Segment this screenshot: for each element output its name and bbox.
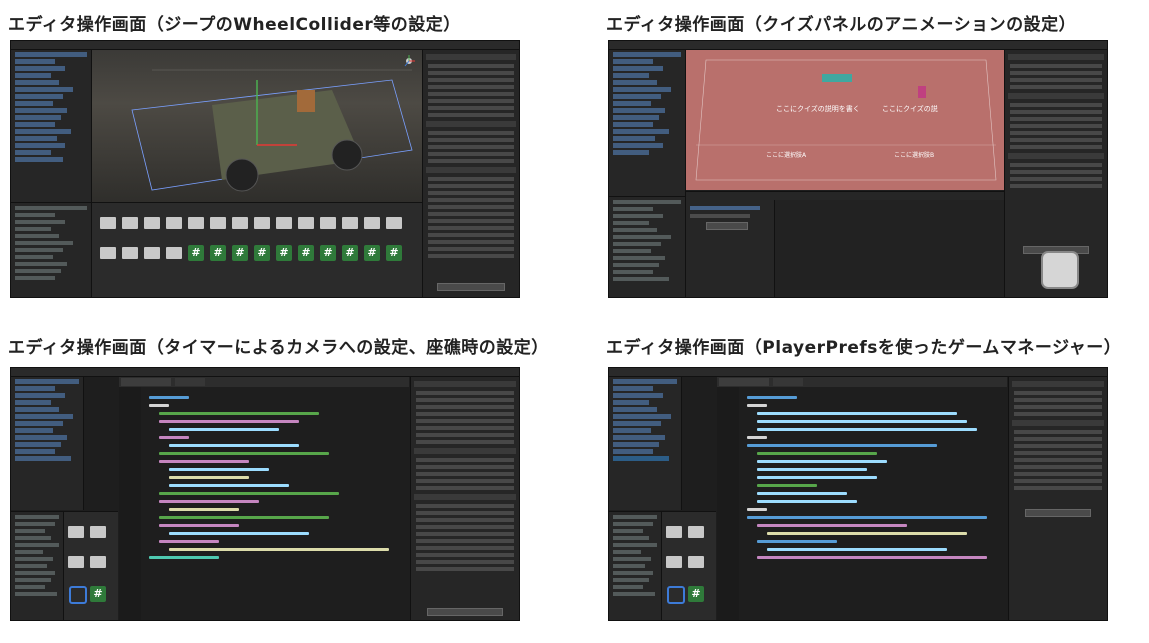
toolbar <box>11 368 519 377</box>
folder-icon[interactable] <box>166 217 182 229</box>
panel-title: エディタ操作画面（タイマーによるカメラへの設定、座礁時の設定） <box>8 338 549 358</box>
csharp-script-icon[interactable]: # <box>364 245 380 261</box>
scene-view[interactable]: ここにクイズの説明を書く ここにクイズの説 ここに選択肢A ここに選択肢B <box>686 50 1004 190</box>
toolbar <box>609 41 1107 50</box>
folder-icon[interactable] <box>342 217 358 229</box>
folder-icon[interactable] <box>188 217 204 229</box>
csharp-script-icon[interactable]: # <box>386 245 402 261</box>
assets-panel: # # # # # # # # # # <box>92 202 422 297</box>
project-panel <box>11 202 92 297</box>
quiz-panel-frame <box>695 59 997 181</box>
inspector-panel <box>410 377 519 620</box>
tab-file[interactable] <box>175 378 205 386</box>
code-editor[interactable] <box>119 377 409 620</box>
editor-tabs <box>717 377 1007 387</box>
hierarchy-panel <box>11 50 92 202</box>
folder-icon[interactable] <box>666 526 682 538</box>
quiz-question-text: ここにクイズの説明を書く <box>776 105 860 113</box>
quiz-question-text: ここにクイズの説 <box>882 105 938 113</box>
package-icon[interactable] <box>69 586 87 604</box>
folder-icon[interactable] <box>100 217 116 229</box>
folder-icon[interactable] <box>100 247 116 259</box>
folder-icon[interactable] <box>688 526 704 538</box>
csharp-script-icon[interactable]: # <box>188 245 204 261</box>
folder-icon[interactable] <box>254 217 270 229</box>
add-property-button[interactable] <box>706 222 748 230</box>
folder-icon[interactable] <box>320 217 336 229</box>
folder-icon[interactable] <box>68 526 84 538</box>
assets-panel: # <box>662 511 716 620</box>
folder-icon[interactable] <box>364 217 380 229</box>
jeep-icon <box>131 69 413 192</box>
csharp-script-icon[interactable]: # <box>688 586 704 602</box>
assets-panel: # <box>64 511 118 620</box>
package-icon[interactable] <box>667 586 685 604</box>
project-panel <box>11 511 64 620</box>
csharp-script-icon[interactable]: # <box>298 245 314 261</box>
animation-panel <box>686 191 1004 297</box>
csharp-script-icon[interactable]: # <box>276 245 292 261</box>
line-number-gutter <box>717 387 739 620</box>
editor-screenshot: # <box>608 367 1108 621</box>
hierarchy-panel <box>609 377 682 510</box>
toolbar <box>11 41 519 50</box>
inspector-panel <box>1004 50 1107 297</box>
tab-file[interactable] <box>719 378 769 386</box>
panel-title: エディタ操作画面（ジープのWheelCollider等の設定） <box>8 15 461 35</box>
folder-icon[interactable] <box>166 247 182 259</box>
folder-icon[interactable] <box>666 556 682 568</box>
tab-file[interactable] <box>121 378 171 386</box>
inspector-panel <box>422 50 519 297</box>
line-number-gutter <box>119 387 141 620</box>
csharp-script-icon[interactable]: # <box>90 586 106 602</box>
folder-icon[interactable] <box>144 217 160 229</box>
folder-icon[interactable] <box>210 217 226 229</box>
editor-screenshot: # # # # # # # # # # <box>10 40 520 298</box>
scene-gizmo-icon[interactable] <box>402 54 416 68</box>
folder-icon[interactable] <box>688 556 704 568</box>
image-preview <box>1041 251 1079 289</box>
panel-title: エディタ操作画面（PlayerPrefsを使ったゲームマネージャー） <box>606 338 1122 358</box>
hierarchy-panel <box>609 50 686 197</box>
folder-icon[interactable] <box>122 247 138 259</box>
panel-title: エディタ操作画面（クイズパネルのアニメーションの設定） <box>606 15 1077 35</box>
editor-screenshot: # <box>10 367 520 621</box>
tab-file[interactable] <box>773 378 803 386</box>
project-panel <box>609 511 662 620</box>
csharp-script-icon[interactable]: # <box>210 245 226 261</box>
quiz-option-a: ここに選択肢A <box>766 152 807 159</box>
csharp-script-icon[interactable]: # <box>320 245 336 261</box>
folder-icon[interactable] <box>90 556 106 568</box>
folder-icon[interactable] <box>232 217 248 229</box>
folder-icon[interactable] <box>68 556 84 568</box>
inspector-panel <box>1008 377 1107 620</box>
toolbar <box>609 368 1107 377</box>
folder-icon[interactable] <box>298 217 314 229</box>
inspector-button[interactable] <box>1025 509 1091 517</box>
folder-icon[interactable] <box>386 217 402 229</box>
editor-screenshot: ここにクイズの説明を書く ここにクイズの説 ここに選択肢A ここに選択肢B <box>608 40 1108 298</box>
project-panel <box>609 196 686 297</box>
scene-view[interactable] <box>92 50 422 202</box>
inspector-button[interactable] <box>427 608 503 616</box>
folder-icon[interactable] <box>122 217 138 229</box>
inspector-button[interactable] <box>437 283 505 291</box>
csharp-script-icon[interactable]: # <box>254 245 270 261</box>
hierarchy-panel <box>11 377 84 510</box>
code-editor[interactable] <box>717 377 1007 620</box>
csharp-script-icon[interactable]: # <box>232 245 248 261</box>
folder-icon[interactable] <box>276 217 292 229</box>
csharp-script-icon[interactable]: # <box>342 245 358 261</box>
folder-icon[interactable] <box>90 526 106 538</box>
editor-tabs <box>119 377 409 387</box>
quiz-option-b: ここに選択肢B <box>894 152 935 159</box>
folder-icon[interactable] <box>144 247 160 259</box>
